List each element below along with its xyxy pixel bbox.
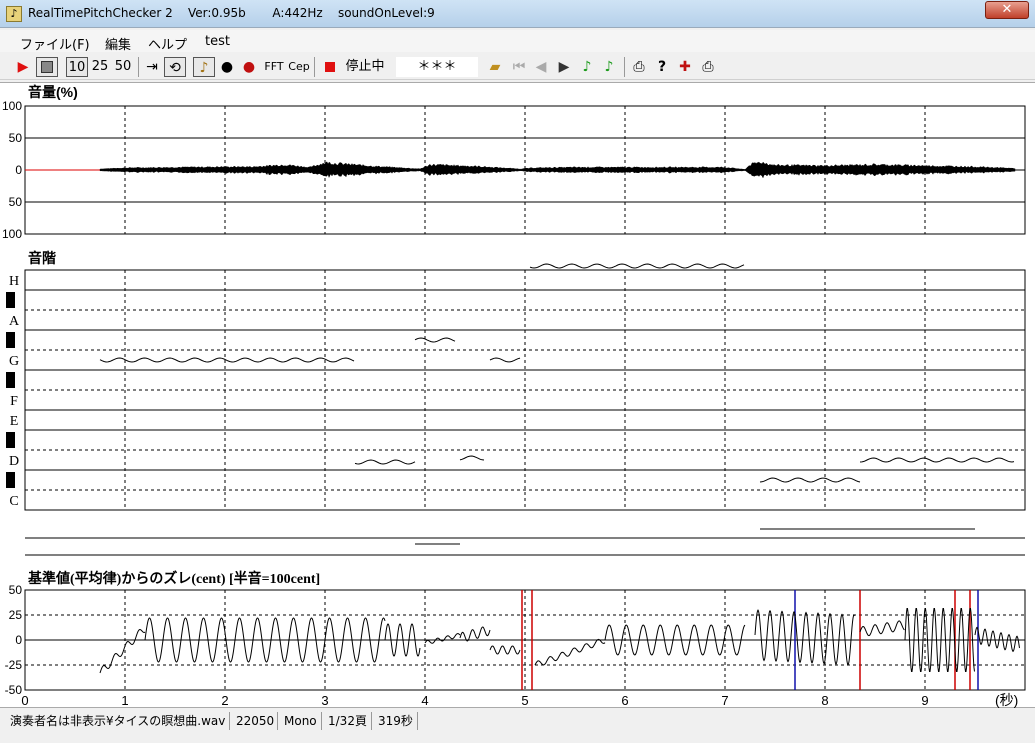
x-tick: 6 [621,693,628,708]
note-label: E [10,414,19,429]
title-bar: ♪ RealTimePitchChecker 2 Ver:0.95b A:442… [0,0,1035,28]
play-icon[interactable]: ▶ [14,57,32,77]
close-button[interactable]: ✕ [985,1,1029,19]
note-label: F [10,394,18,409]
record-state-icon [322,57,338,77]
status-samplerate: 22050 [232,712,278,730]
x-tick: 3 [321,693,328,708]
toolbar: ▶ 10 25 50 ⇥ ⟲ ♪ ● ● FFT Cep 停止中 ＊＊＊ ▰ ⏮… [0,54,1035,80]
zoom-10-button[interactable]: 10 [66,57,88,77]
menu-test[interactable]: test [205,34,230,49]
status-duration: 319秒 [374,712,418,730]
menu-edit[interactable]: 編集 [105,34,131,53]
x-tick: 9 [921,693,928,708]
black-key [6,472,15,488]
status-text: 停止中 [345,59,385,74]
note-icon[interactable]: ♪ [578,57,596,77]
volume-ytick: 50 [9,195,23,209]
x-tick: 8 [821,693,828,708]
cep-button[interactable]: Cep [288,57,310,77]
marker-icon[interactable]: ✚ [676,57,694,77]
black-key [6,432,15,448]
black-key [6,332,15,348]
x-tick: 2 [221,693,228,708]
status-display: ＊＊＊ [396,57,478,77]
violin-icon[interactable]: ♪ [193,57,215,77]
loop-icon[interactable]: ⟲ [164,57,186,77]
volume-ytick: 50 [9,131,23,145]
volume-title: 音量(%) [28,84,78,100]
pitch-segment [529,263,745,269]
black-key [6,292,15,308]
next-page-icon[interactable]: ▶ [555,57,573,77]
person-red-icon[interactable]: ● [240,57,258,77]
volume-ytick: 100 [2,227,22,241]
chart-canvas: 音量(%) 10050050100 音階 HAGFEDC 基準値(平均律)からの… [2,84,1026,708]
note-label: D [9,454,19,469]
app-window: ♪ RealTimePitchChecker 2 Ver:0.95b A:442… [0,0,1035,743]
status-bar: 演奏者名は非表示¥タイスの瞑想曲.wav 22050 Mono 1/32頁 31… [0,710,1035,732]
menu-bar: ファイル(F) 編集 ヘルプ test [0,30,1035,53]
cents-ytick: 25 [9,608,23,622]
x-tick: 7 [721,693,728,708]
scale-title: 音階 [28,250,56,266]
note-alt-icon[interactable]: ♪ [600,57,618,77]
x-axis-ticks: 0 1 2 3 4 5 6 7 8 9 [21,693,928,708]
cents-ytick: -50 [5,683,23,697]
x-tick: 0 [21,693,28,708]
x-tick: 1 [121,693,128,708]
note-strip [25,528,1025,556]
toolbar-separator [314,57,315,77]
fft-button[interactable]: FFT [262,57,286,77]
cents-title: 基準値(平均律)からのズレ(cent) [半音=100cent] [28,570,320,587]
status-channels: Mono [280,712,322,730]
volume-ytick: 0 [15,163,22,177]
note-label: A [9,314,20,329]
menu-help[interactable]: ヘルプ [148,34,187,53]
note-label: C [9,494,18,509]
piano-keys: H A G FE D C [6,274,20,509]
note-label: H [9,274,19,289]
print-icon[interactable]: ⎙ [630,57,648,77]
x-axis-unit: (秒) [995,692,1018,708]
app-icon: ♪ [6,6,22,22]
black-key [6,372,15,388]
cents-ytick: -25 [5,658,23,672]
open-folder-icon[interactable]: ▰ [486,57,504,77]
first-page-icon[interactable]: ⏮ [510,57,528,77]
x-tick: 5 [521,693,528,708]
cents-ytick: 50 [9,583,23,597]
print-alt-icon[interactable]: ⎙ [699,57,717,77]
chart-area: 音量(%) 100 50 0 50 100 音階 HAGFEDC 基準値(平均律)からの… [0,82,1035,708]
cents-ytick: 0 [15,633,22,647]
window-title: RealTimePitchChecker 2 Ver:0.95b A:442Hz… [28,6,435,20]
prev-page-icon[interactable]: ◀ [532,57,550,77]
menu-file[interactable]: ファイル(F) [20,34,90,53]
x-tick: 4 [421,693,428,708]
volume-yticks: 100 50 0 50 100 [2,99,22,241]
jump-to-end-icon[interactable]: ⇥ [143,57,161,77]
stop-icon[interactable] [36,57,58,77]
status-page: 1/32頁 [324,712,372,730]
person-icon[interactable]: ● [218,57,236,77]
toolbar-separator [138,57,139,77]
status-filename: 演奏者名は非表示¥タイスの瞑想曲.wav [6,712,230,730]
zoom-50-button[interactable]: 50 [113,57,133,77]
volume-ytick: 100 [2,99,22,113]
note-label: G [9,354,19,369]
zoom-25-button[interactable]: 25 [90,57,110,77]
toolbar-separator [624,57,625,77]
help-icon[interactable]: ? [653,57,671,77]
cents-yticks: 50 25 0 -25 -50 [5,583,23,697]
